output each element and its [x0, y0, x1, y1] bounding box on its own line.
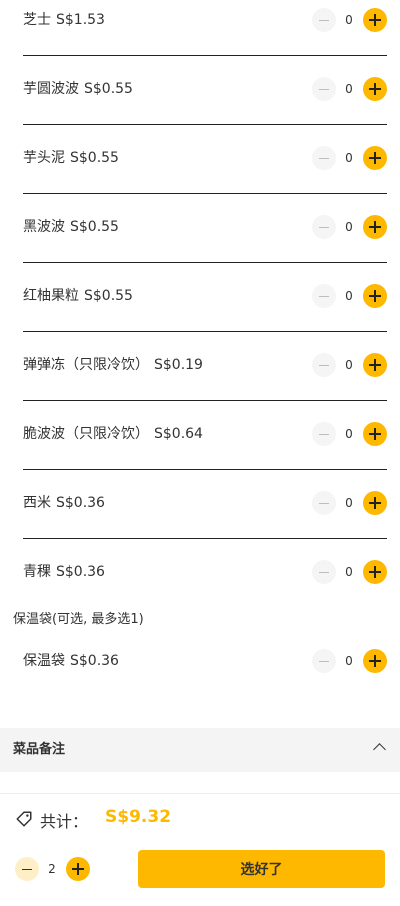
divider: [23, 538, 387, 539]
quantity-value: 0: [345, 358, 353, 372]
addon-name: 保温袋: [23, 653, 65, 669]
quantity-stepper: 0: [312, 77, 387, 101]
addon-price: S$1.53: [56, 12, 105, 28]
decrease-button[interactable]: [312, 284, 336, 308]
increase-button[interactable]: [363, 560, 387, 584]
addon-price: S$0.55: [84, 81, 133, 97]
increase-button[interactable]: [363, 491, 387, 515]
order-quantity-value: 2: [48, 862, 56, 876]
addon-name: 黑波波: [23, 219, 65, 235]
quantity-stepper: 0: [312, 8, 387, 32]
quantity-value: 0: [345, 565, 353, 579]
divider: [23, 400, 387, 401]
divider: [23, 469, 387, 470]
addon-row-grapefruit: 红柚果粒 S$0.55 0: [23, 276, 387, 345]
quantity-stepper: 0: [312, 649, 387, 673]
addon-name: 弹弹冻（只限冷饮）: [23, 357, 149, 373]
addon-row-cheese: 芝士 S$1.53 0: [23, 0, 387, 69]
decrease-button[interactable]: [312, 560, 336, 584]
notes-section-header[interactable]: 菜品备注: [0, 728, 400, 772]
order-footer: 共计： S$9.32 2 选好了: [0, 793, 400, 906]
total-label: 共计：: [40, 812, 89, 831]
addon-row-sago: 西米 S$0.36 0: [23, 483, 387, 552]
quantity-stepper: 0: [312, 284, 387, 308]
addon-row-taro-balls: 芋圆波波 S$0.55 0: [23, 69, 387, 138]
addon-price: S$0.55: [70, 150, 119, 166]
quantity-stepper: 0: [312, 422, 387, 446]
addon-price: S$0.36: [70, 653, 119, 669]
decrease-button[interactable]: [312, 146, 336, 170]
addon-price: S$0.36: [56, 564, 105, 580]
decrease-button[interactable]: [15, 857, 39, 881]
addon-row-crystal-boba: 脆波波（只限冷饮） S$0.64 0: [23, 414, 387, 483]
addon-name: 红柚果粒: [23, 288, 79, 304]
order-quantity-stepper: 2: [15, 857, 90, 881]
divider: [23, 262, 387, 263]
confirm-button[interactable]: 选好了: [138, 850, 385, 888]
addon-row-taro-paste: 芋头泥 S$0.55 0: [23, 138, 387, 207]
increase-button[interactable]: [363, 422, 387, 446]
addon-name: 西米: [23, 495, 51, 511]
quantity-stepper: 0: [312, 491, 387, 515]
price-tag-icon: [16, 811, 32, 827]
addon-name: 芝士: [23, 12, 51, 28]
increase-button[interactable]: [363, 215, 387, 239]
decrease-button[interactable]: [312, 649, 336, 673]
quantity-value: 0: [345, 151, 353, 165]
divider: [23, 331, 387, 332]
addon-row-jelly: 弹弹冻（只限冷饮） S$0.19 0: [23, 345, 387, 414]
decrease-button[interactable]: [312, 491, 336, 515]
addon-price: S$0.36: [56, 495, 105, 511]
notes-title: 菜品备注: [13, 742, 66, 757]
quantity-stepper: 0: [312, 353, 387, 377]
decrease-button[interactable]: [312, 8, 336, 32]
addon-name: 青稞: [23, 564, 51, 580]
decrease-button[interactable]: [312, 353, 336, 377]
decrease-button[interactable]: [312, 77, 336, 101]
decrease-button[interactable]: [312, 422, 336, 446]
quantity-value: 0: [345, 82, 353, 96]
increase-button[interactable]: [363, 8, 387, 32]
total-price: S$9.32: [105, 807, 172, 827]
quantity-value: 0: [345, 220, 353, 234]
quantity-stepper: 0: [312, 560, 387, 584]
bag-group-title: 保温袋(可选, 最多选1): [13, 612, 144, 627]
quantity-value: 0: [345, 654, 353, 668]
quantity-value: 0: [345, 496, 353, 510]
increase-button[interactable]: [363, 353, 387, 377]
addon-name: 脆波波（只限冷饮）: [23, 426, 149, 442]
divider: [23, 124, 387, 125]
decrease-button[interactable]: [312, 215, 336, 239]
addon-price: S$0.64: [154, 426, 203, 442]
quantity-stepper: 0: [312, 215, 387, 239]
addon-row-thermal-bag: 保温袋 S$0.36 0: [23, 641, 387, 710]
chevron-up-icon[interactable]: [373, 743, 386, 756]
increase-button[interactable]: [363, 284, 387, 308]
quantity-value: 0: [345, 289, 353, 303]
addon-price: S$0.55: [84, 288, 133, 304]
increase-button[interactable]: [363, 649, 387, 673]
addon-price: S$0.19: [154, 357, 203, 373]
divider: [23, 55, 387, 56]
increase-button[interactable]: [66, 857, 90, 881]
increase-button[interactable]: [363, 146, 387, 170]
quantity-value: 0: [345, 13, 353, 27]
addon-name: 芋圆波波: [23, 81, 79, 97]
quantity-stepper: 0: [312, 146, 387, 170]
addon-name: 芋头泥: [23, 150, 65, 166]
quantity-value: 0: [345, 427, 353, 441]
increase-button[interactable]: [363, 77, 387, 101]
addon-row-black-pearls: 黑波波 S$0.55 0: [23, 207, 387, 276]
addon-price: S$0.55: [70, 219, 119, 235]
divider: [23, 193, 387, 194]
